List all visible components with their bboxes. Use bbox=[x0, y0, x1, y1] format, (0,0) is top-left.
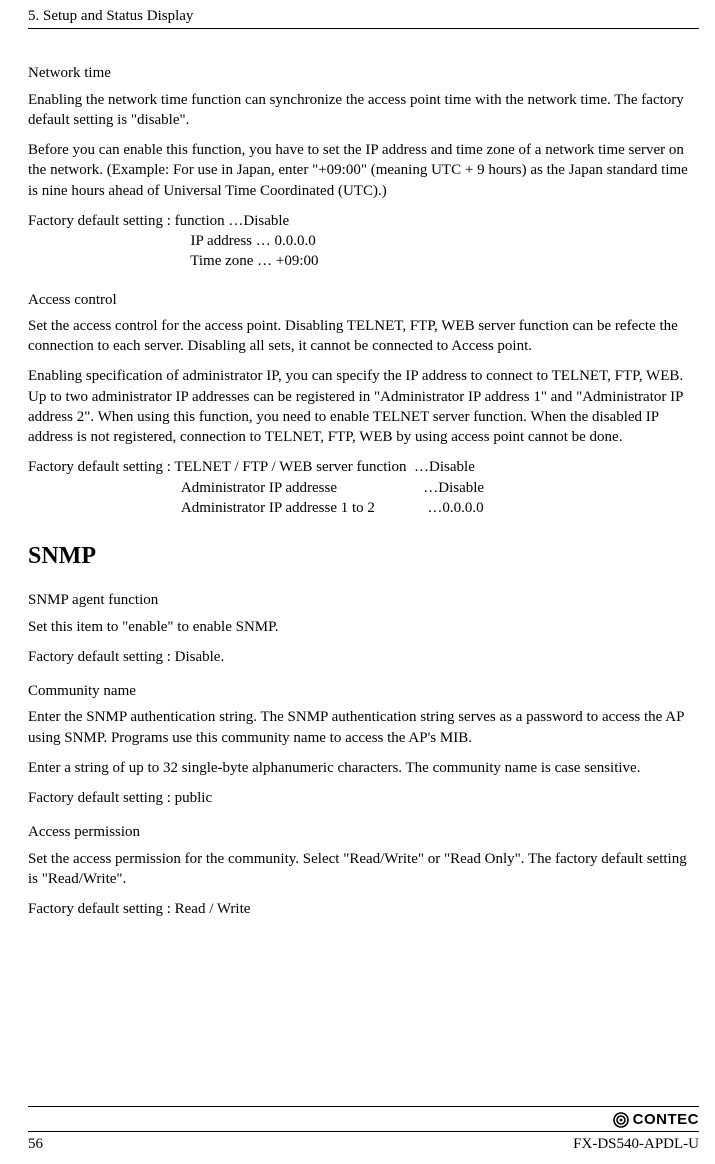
network-time-p1: Enabling the network time function can s… bbox=[28, 90, 699, 131]
network-time-default-2: IP address … 0.0.0.0 bbox=[28, 231, 699, 251]
heading-snmp: SNMP bbox=[28, 540, 699, 572]
section-access-permission-title: Access permission bbox=[28, 822, 699, 842]
section-access-control-title: Access control bbox=[28, 290, 699, 310]
community-p2: Enter a string of up to 32 single-byte a… bbox=[28, 758, 699, 778]
community-p3: Factory default setting : public bbox=[28, 788, 699, 808]
brand-mark-icon bbox=[613, 1112, 629, 1128]
access-permission-p1: Set the access permission for the commun… bbox=[28, 849, 699, 890]
community-p1: Enter the SNMP authentication string. Th… bbox=[28, 707, 699, 748]
access-control-default-1: Factory default setting : TELNET / FTP /… bbox=[28, 457, 699, 477]
model-number: FX-DS540-APDL-U bbox=[573, 1134, 699, 1154]
brand-logo: CONTEC bbox=[613, 1110, 699, 1130]
footer-divider-top bbox=[28, 1106, 699, 1107]
network-time-default-3: Time zone … +09:00 bbox=[28, 251, 699, 271]
section-community-title: Community name bbox=[28, 681, 699, 701]
access-control-p2: Enabling specification of administrator … bbox=[28, 366, 699, 447]
access-control-p1: Set the access control for the access po… bbox=[28, 316, 699, 357]
snmp-agent-p2: Factory default setting : Disable. bbox=[28, 647, 699, 667]
access-permission-p2: Factory default setting : Read / Write bbox=[28, 899, 699, 919]
brand-text: CONTEC bbox=[633, 1110, 699, 1130]
network-time-default-1: Factory default setting : function …Disa… bbox=[28, 211, 699, 231]
chapter-title: 5. Setup and Status Display bbox=[28, 8, 193, 24]
page-number: 56 bbox=[28, 1134, 43, 1154]
access-control-default-3: Administrator IP addresse 1 to 2 …0.0.0.… bbox=[28, 498, 699, 518]
section-network-time-title: Network time bbox=[28, 63, 699, 83]
access-control-default-2: Administrator IP addresse …Disable bbox=[28, 478, 699, 498]
section-snmp-agent-title: SNMP agent function bbox=[28, 590, 699, 610]
network-time-p2: Before you can enable this function, you… bbox=[28, 140, 699, 201]
snmp-agent-p1: Set this item to "enable" to enable SNMP… bbox=[28, 617, 699, 637]
